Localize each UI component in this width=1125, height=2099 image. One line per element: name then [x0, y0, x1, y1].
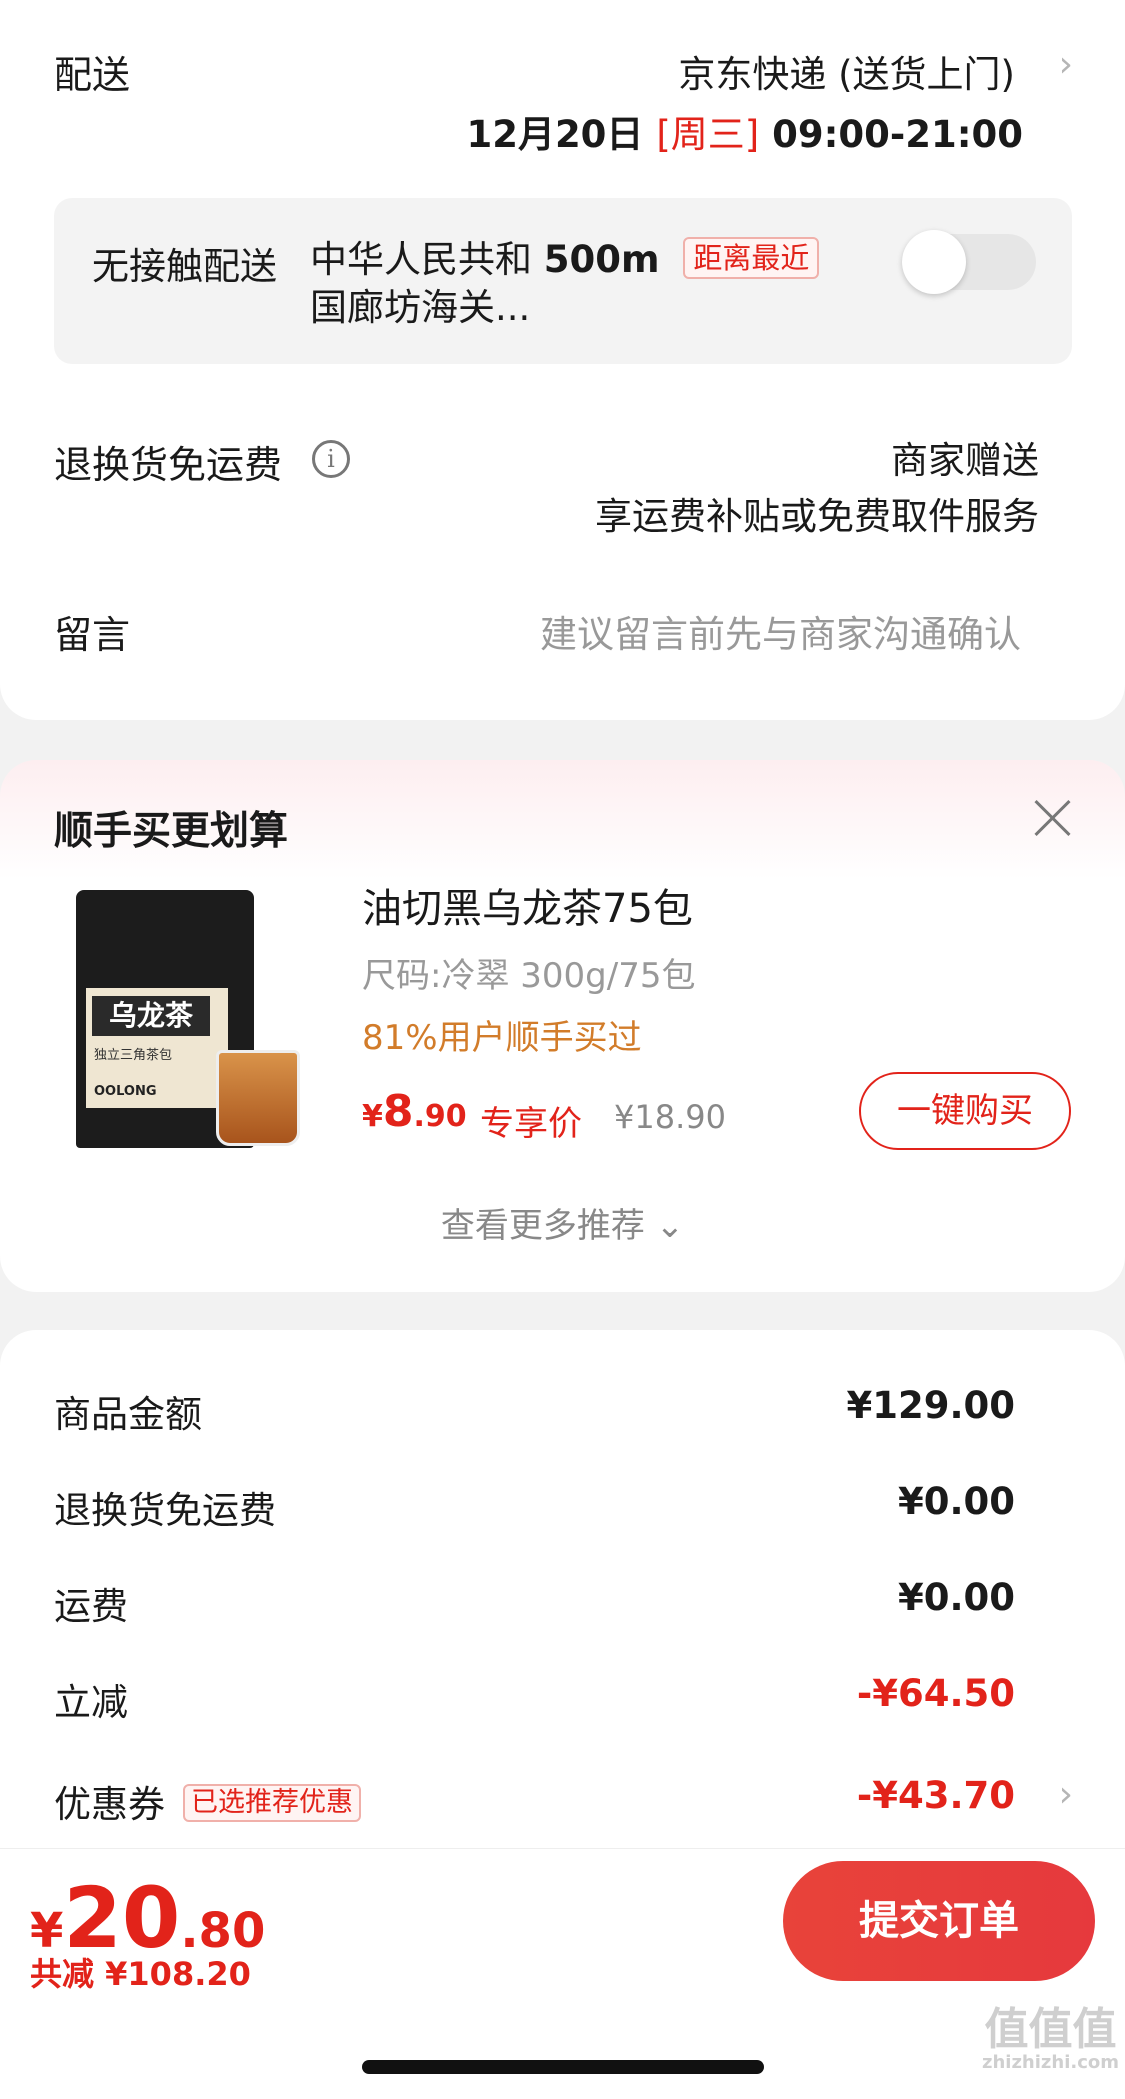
contactless-delivery-box: 无接触配送 中华人民共和 500m 距离最近 国廊坊海关...	[54, 198, 1072, 364]
coupon-tag: 已选推荐优惠	[183, 1784, 361, 1822]
returns-label: 退换货免运费	[54, 443, 283, 487]
delivery-card: 配送 京东快递 (送货上门) › 12月20日 [周三] 09:00-21:00…	[0, 0, 1125, 720]
total-saved: 共减 ¥108.20	[30, 1955, 251, 1993]
info-icon[interactable]: i	[312, 440, 350, 478]
summary-row: 立减 -¥64.50	[54, 1672, 1015, 1732]
delivery-hours: 09:00-21:00	[772, 113, 1023, 156]
summary-label: 退换货免运费	[54, 1489, 276, 1532]
address-line2: 国廊坊海关...	[310, 286, 531, 329]
watermark-logo: 值值值 zhizhizhi.com	[982, 2008, 1119, 2074]
summary-value: ¥0.00	[897, 1576, 1015, 1619]
message-input[interactable]: 建议留言前先与商家沟通确认	[540, 604, 1021, 658]
product-price: ¥8.90	[362, 1086, 467, 1137]
checkout-bar: ¥20.80 共减 ¥108.20 提交订单	[0, 1848, 1125, 1998]
see-more-recommendations[interactable]: 查看更多推荐 ⌄	[0, 1198, 1125, 1247]
recommend-title: 顺手买更划算	[54, 809, 289, 854]
coupon-label: 优惠券	[54, 1783, 165, 1826]
bag-label: 乌龙茶 独立三角茶包 OOLONG	[86, 988, 228, 1108]
bag-en-text: OOLONG	[94, 1084, 157, 1099]
summary-row: 商品金额 ¥129.00	[54, 1384, 1015, 1444]
original-price: ¥18.90	[614, 1098, 726, 1136]
close-icon[interactable]	[1033, 798, 1073, 838]
delivery-label: 配送	[54, 53, 131, 97]
address-line1: 中华人民共和	[310, 238, 532, 281]
summary-label: 运费	[54, 1585, 128, 1628]
distance-value: 500m	[543, 238, 660, 281]
one-click-buy-button[interactable]: 一键购买	[859, 1072, 1071, 1150]
returns-value-detail: 享运费补贴或免费取件服务	[595, 495, 1039, 538]
price-symbol: ¥	[362, 1099, 383, 1134]
price-decimal: .90	[413, 1099, 467, 1134]
home-indicator[interactable]	[362, 2060, 764, 2074]
submit-order-button[interactable]: 提交订单	[783, 1861, 1095, 1981]
toggle-knob	[902, 230, 966, 294]
delivery-date: 12月20日	[466, 113, 644, 156]
product-name[interactable]: 油切黑乌龙茶75包	[362, 876, 693, 934]
chevron-right-icon[interactable]: ›	[1059, 1774, 1073, 1815]
coupon-value: -¥43.70	[856, 1774, 1015, 1817]
delivery-weekday: [周三]	[656, 113, 760, 156]
bag-sub-text: 独立三角茶包	[94, 1048, 173, 1063]
recommend-card: 顺手买更划算 乌龙茶 独立三角茶包 OOLONG 油切黑乌龙茶75包 尺码:冷翠…	[0, 760, 1125, 1292]
nearest-tag: 距离最近	[683, 237, 820, 279]
delivery-time[interactable]: 12月20日 [周三] 09:00-21:00	[466, 104, 1023, 158]
product-buyers: 81%用户顺手买过	[362, 1018, 642, 1058]
summary-row: 退换货免运费 ¥0.00	[54, 1480, 1015, 1540]
summary-label: 优惠券 已选推荐优惠	[54, 1774, 361, 1828]
summary-label: 商品金额	[54, 1393, 202, 1436]
watermark-sub: zhizhizhi.com	[981, 2052, 1119, 2073]
exclusive-price-label: 专享价	[480, 1104, 582, 1144]
product-image[interactable]: 乌龙茶 独立三角茶包 OOLONG	[56, 884, 320, 1152]
watermark-main: 值值值	[984, 2004, 1117, 2055]
pickup-address: 中华人民共和 500m 距离最近 国廊坊海关...	[310, 236, 820, 332]
summary-value: -¥64.50	[856, 1672, 1015, 1715]
summary-row: 运费 ¥0.00	[54, 1576, 1015, 1636]
summary-label: 立减	[54, 1681, 128, 1724]
summary-value: ¥0.00	[897, 1480, 1015, 1523]
contactless-toggle[interactable]	[902, 230, 1036, 294]
contactless-label: 无接触配送	[92, 245, 277, 288]
chevron-right-icon[interactable]: ›	[1059, 44, 1073, 85]
message-label: 留言	[54, 613, 131, 657]
product-spec: 尺码:冷翠 300g/75包	[362, 956, 696, 996]
returns-value-merchant: 商家赠送	[891, 439, 1039, 482]
tea-glass-graphic	[216, 1050, 300, 1146]
coupon-row[interactable]: 优惠券 已选推荐优惠 -¥43.70	[54, 1774, 1015, 1834]
delivery-method[interactable]: 京东快递 (送货上门)	[678, 44, 1015, 98]
price-integer: 8	[382, 1086, 414, 1137]
summary-value: ¥129.00	[846, 1384, 1015, 1427]
bag-brand-text: 乌龙茶	[92, 996, 210, 1036]
